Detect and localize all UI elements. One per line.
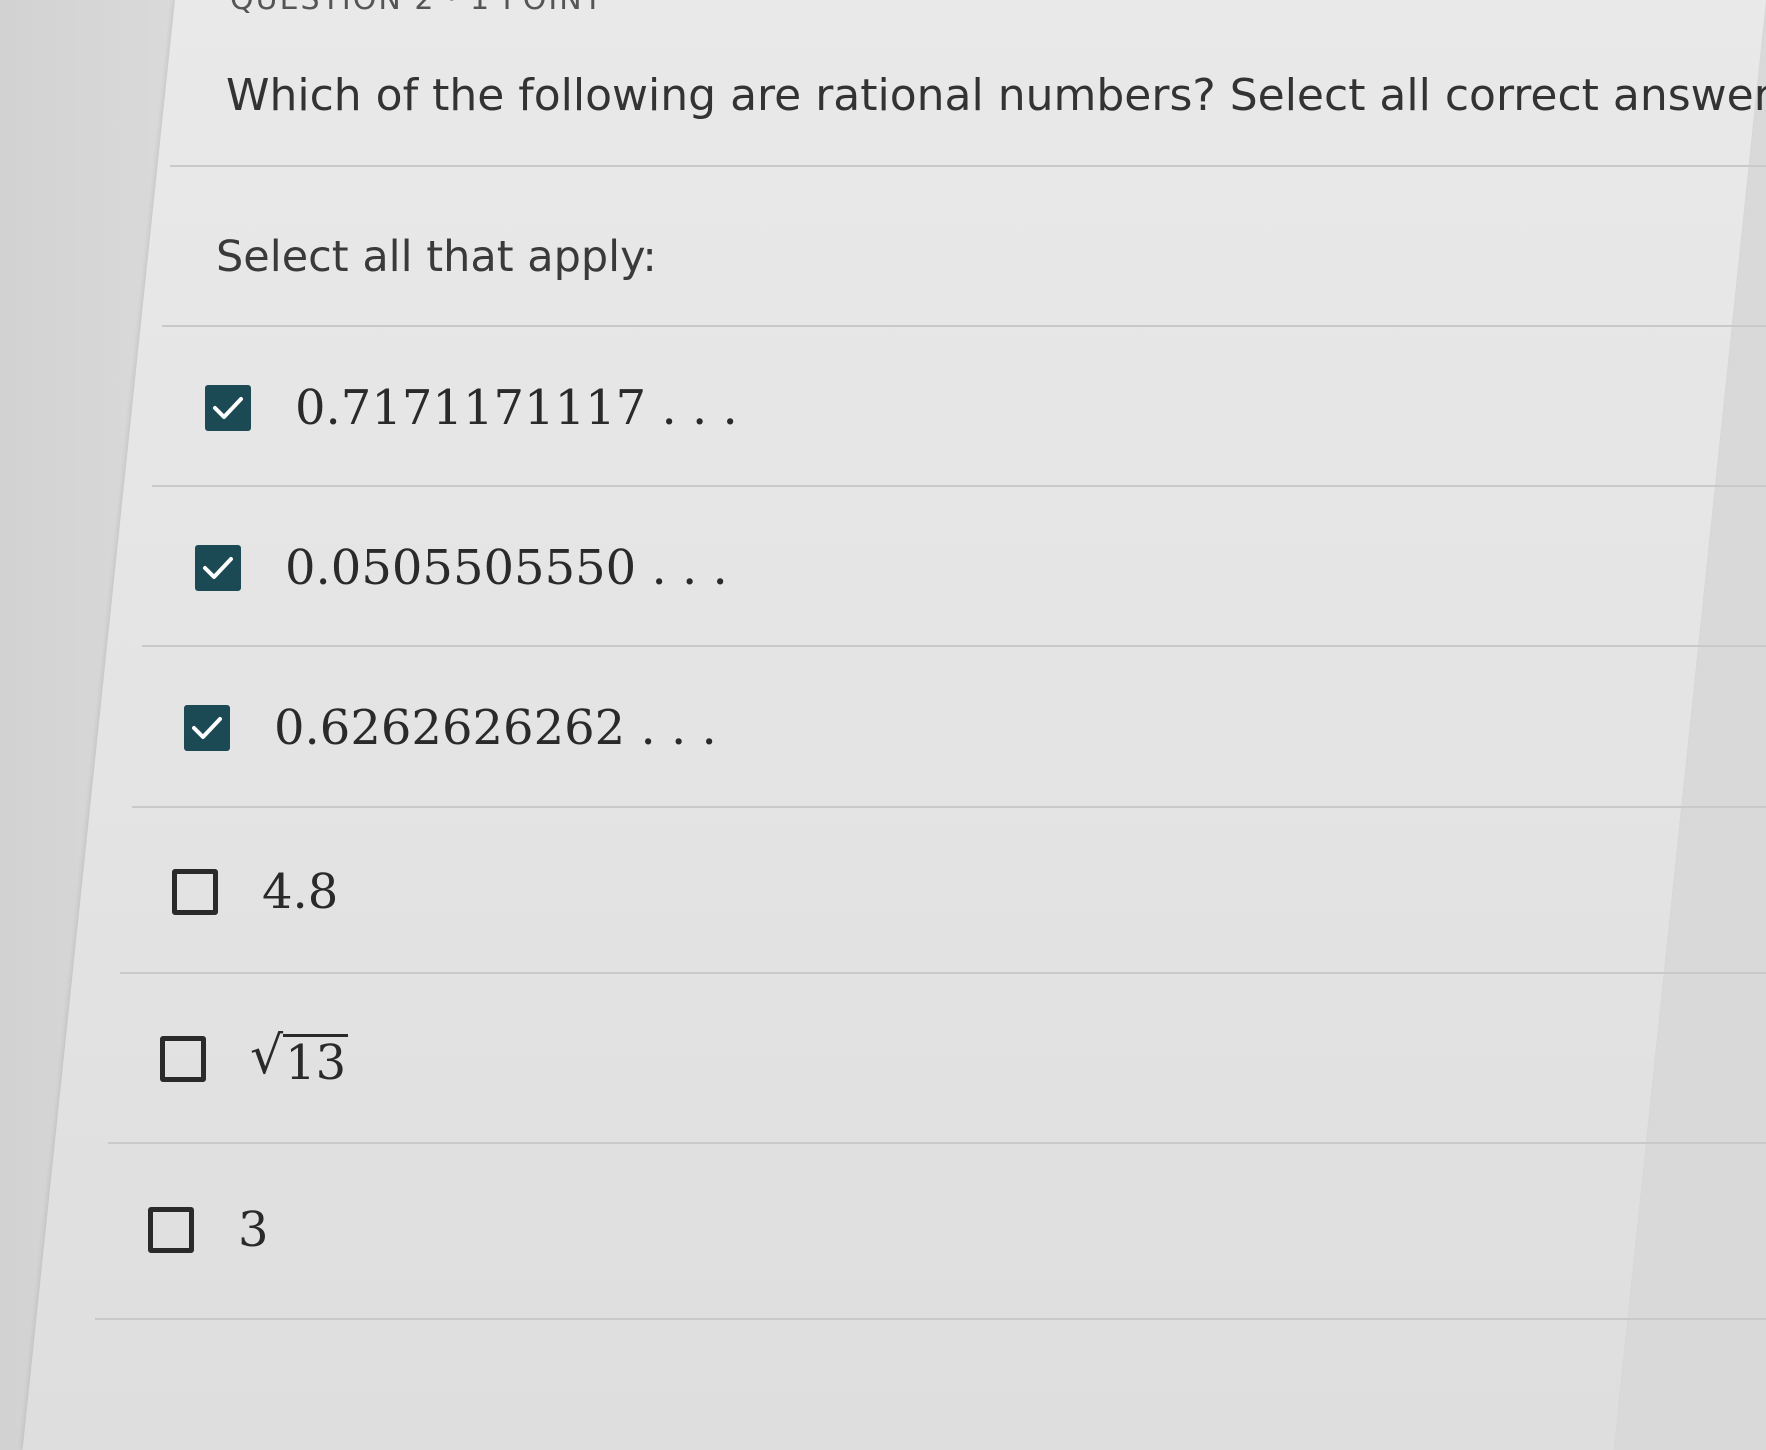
divider [108, 1142, 1766, 1144]
radical-sign-icon: √ [250, 1026, 284, 1086]
divider [170, 165, 1766, 167]
option-checkbox-checked[interactable] [184, 705, 230, 751]
divider [132, 806, 1766, 808]
option-label: 0.6262626262 . . . [274, 700, 717, 756]
question-content: QUESTION 2 · 1 POINT Which of the follow… [0, 0, 1766, 1450]
option-3[interactable]: 0.6262626262 . . . [184, 700, 717, 756]
option-label: 13 [283, 1034, 349, 1091]
option-4[interactable]: 4.8 [172, 864, 338, 920]
option-1[interactable]: 0.7171171117 . . . [205, 380, 738, 436]
divider [95, 1318, 1766, 1320]
option-checkbox[interactable] [172, 869, 218, 915]
option-label: 4.8 [262, 864, 339, 920]
question-header: QUESTION 2 · 1 POINT [230, 0, 604, 17]
divider [162, 325, 1766, 327]
divider [152, 485, 1766, 487]
option-label: 0.0505505550 . . . [285, 540, 728, 596]
option-2[interactable]: 0.0505505550 . . . [195, 540, 728, 596]
option-6[interactable]: 3 [148, 1202, 269, 1258]
checkmark-icon [192, 717, 222, 739]
divider [142, 645, 1766, 647]
option-checkbox[interactable] [160, 1035, 206, 1082]
square-root-expression: √ 13 [250, 1026, 349, 1091]
checkmark-icon [213, 397, 243, 419]
question-text: Which of the following are rational numb… [226, 70, 1766, 121]
option-5[interactable]: √ 13 [160, 1026, 349, 1091]
option-label: 3 [238, 1202, 269, 1258]
option-checkbox-checked[interactable] [205, 385, 251, 431]
divider [120, 972, 1766, 974]
option-label: 0.7171171117 . . . [295, 380, 738, 436]
instruction-text: Select all that apply: [216, 232, 657, 282]
option-checkbox-checked[interactable] [195, 545, 241, 591]
checkmark-icon [203, 557, 233, 579]
option-checkbox[interactable] [148, 1207, 194, 1253]
